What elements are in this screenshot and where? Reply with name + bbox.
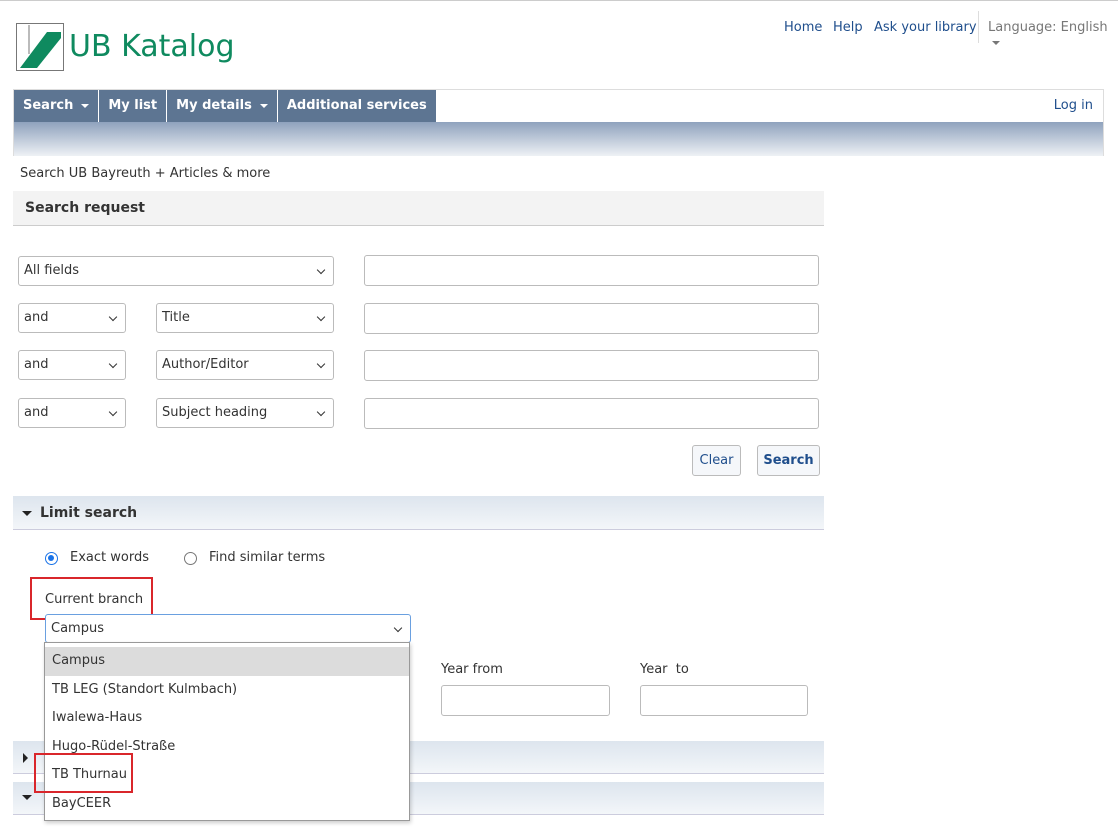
branch-label: Current branch [45,592,144,607]
year-to-input[interactable] [640,685,808,716]
radio-similar-label: Find similar terms [209,550,326,565]
radio-exact-label: Exact words [70,550,149,565]
field-select-2[interactable]: Title [156,303,334,333]
nav-my-details[interactable]: My details [167,90,278,122]
divider [978,11,979,43]
language-selector[interactable]: Language: English [988,20,1118,50]
search-input-1[interactable] [364,255,819,286]
year-from-input[interactable] [441,685,610,716]
help-link[interactable]: Help [833,20,863,35]
year-to-label: Year to [640,662,689,677]
logo-icon [20,25,61,68]
operator-select-3[interactable]: and [18,350,126,380]
nav-search[interactable]: Search [14,90,100,122]
branch-option[interactable]: BayCEER [45,790,409,819]
search-input-2[interactable] [364,303,819,334]
field-select-4[interactable]: Subject heading [156,398,334,428]
search-input-3[interactable] [364,350,819,381]
caret-down-icon [992,40,1000,45]
field-select-3[interactable]: Author/Editor [156,350,334,380]
logo[interactable] [16,23,64,71]
logo-text[interactable]: UB Katalog [69,29,234,64]
breadcrumb: Search UB Bayreuth + Articles & more [20,166,271,181]
caret-down-icon [259,103,268,108]
highlight-box [34,753,133,793]
home-link[interactable]: Home [784,20,822,35]
branch-option[interactable]: TB LEG (Standort Kulmbach) [45,676,409,705]
main-nav: Search My list My details Additional ser… [13,89,1104,156]
branch-option[interactable]: Campus [45,647,409,676]
language-label: Language: English [988,20,1108,35]
limit-search-title: Limit search [40,505,138,521]
limit-search-header[interactable]: Limit search [13,496,824,530]
radio-exact-words[interactable] [45,552,58,565]
ask-library-link[interactable]: Ask your library [874,20,977,35]
radio-similar-terms[interactable] [184,552,197,565]
nav-additional-services[interactable]: Additional services [277,90,437,122]
caret-down-icon [22,511,32,516]
nav-gradient [14,122,1103,156]
branch-dropdown-list: Campus TB LEG (Standort Kulmbach) Iwalew… [44,642,410,821]
search-input-4[interactable] [364,398,819,429]
caret-down-icon [81,103,90,108]
branch-select[interactable]: Campus [45,614,411,643]
year-from-label: Year from [441,662,503,677]
caret-right-icon [23,753,28,763]
search-button[interactable]: Search [757,445,820,476]
clear-button[interactable]: Clear [692,445,741,476]
search-request-header: Search request [13,191,824,226]
branch-option[interactable]: Iwalewa-Haus [45,704,409,733]
nav-my-list[interactable]: My list [99,90,168,122]
operator-select-2[interactable]: and [18,303,126,333]
field-select-1[interactable]: All fields [18,256,334,286]
caret-down-icon [22,795,32,800]
login-link[interactable]: Log in [1054,98,1093,113]
operator-select-4[interactable]: and [18,398,126,428]
